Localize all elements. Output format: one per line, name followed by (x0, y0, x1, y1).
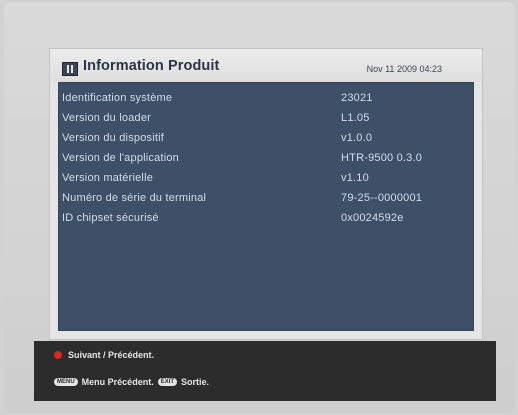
info-list: Identification système 23021 Version du … (58, 89, 474, 229)
info-value: 0x0024592e (341, 212, 404, 224)
red-button-icon (54, 351, 62, 359)
page-title: Information Produit (83, 58, 220, 74)
info-label: Version de l'application (62, 152, 179, 164)
info-label: ID chipset sécurisé (62, 212, 159, 224)
product-info-panel: Information Produit Nov 11 2009 04:23 Id… (50, 49, 482, 339)
info-label: Version du loader (62, 112, 152, 124)
info-label: Numéro de série du terminal (62, 192, 207, 204)
info-value: 23021 (341, 92, 373, 104)
info-value: v1.10 (341, 172, 369, 184)
info-row-serial-number: Numéro de série du terminal 79-25--00000… (58, 189, 474, 209)
exit-hint-text: Sortie. (181, 377, 210, 387)
menu-hint-text: Menu Précédent. (81, 377, 154, 387)
info-value: L1.05 (341, 112, 370, 124)
info-row-secure-chipset-id: ID chipset sécurisé 0x0024592e (58, 209, 474, 229)
datetime-display: Nov 11 2009 04:23 (366, 64, 442, 74)
info-list-area: Identification système 23021 Version du … (58, 82, 474, 331)
info-value: v1.0.0 (341, 132, 373, 144)
navigation-hint-text: Suivant / Précédent. (68, 350, 155, 360)
info-value: HTR-9500 0.3.0 (341, 152, 423, 164)
info-label: Identification système (62, 92, 173, 104)
help-bar: Suivant / Précédent. MENU Menu Précédent… (34, 341, 496, 401)
info-label: Version matérielle (62, 172, 154, 184)
menu-key-icon: MENU (54, 378, 78, 386)
info-row-application-version: Version de l'application HTR-9500 0.3.0 (58, 149, 474, 169)
menu-exit-hint: MENU Menu Précédent. EXIT Sortie. (54, 377, 209, 387)
info-row-device-version: Version du dispositif v1.0.0 (58, 129, 474, 149)
info-box-icon (62, 62, 78, 76)
info-row-system-id: Identification système 23021 (58, 89, 474, 109)
navigation-hint: Suivant / Précédent. (54, 350, 154, 360)
info-label: Version du dispositif (62, 132, 165, 144)
panel-header: Information Produit Nov 11 2009 04:23 (50, 49, 482, 82)
exit-key-icon: EXIT (157, 378, 178, 386)
info-value: 79-25--0000001 (341, 192, 423, 204)
info-row-hardware-version: Version matérielle v1.10 (58, 169, 474, 189)
info-row-loader-version: Version du loader L1.05 (58, 109, 474, 129)
